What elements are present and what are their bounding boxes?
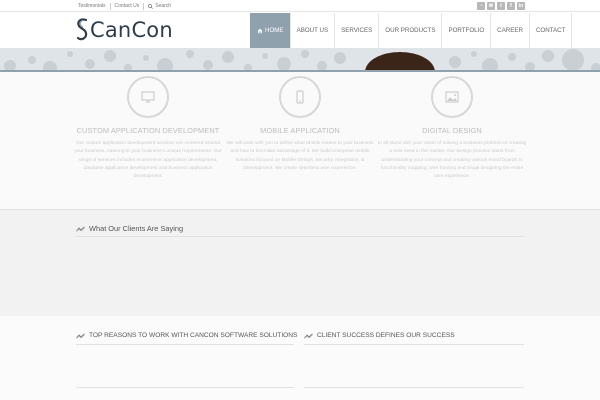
social-icons: ◔ ✉ t f in	[477, 2, 525, 10]
hero-banner	[0, 48, 600, 72]
contact-us-link[interactable]: Contact Us	[111, 2, 145, 10]
monitor-icon	[141, 91, 155, 103]
service-title: CUSTOM APPLICATION DEVELOPMENT	[76, 126, 220, 135]
client-success-heading-text: CLIENT SUCCESS DEFINES OUR SUCCESS	[317, 332, 455, 339]
service-icon-circle	[279, 76, 321, 118]
service-custom-app: CUSTOM APPLICATION DEVELOPMENT Our custo…	[68, 76, 228, 181]
service-mobile-app: MOBILE APPLICATION We will work with you…	[220, 76, 380, 173]
bottom-section: TOP REASONS TO WORK WITH CANCON SOFTWARE…	[0, 316, 600, 400]
rss-icon[interactable]: ◔	[477, 2, 485, 10]
top-reasons-heading-text: TOP REASONS TO WORK WITH CANCON SOFTWARE…	[89, 332, 298, 339]
service-icon-circle	[431, 76, 473, 118]
nav-home[interactable]: Home	[250, 13, 290, 48]
service-icon-circle	[127, 76, 169, 118]
site-logo[interactable]: CanCon	[76, 16, 173, 44]
logo-mark-icon	[76, 18, 88, 41]
nav-services[interactable]: Services	[334, 13, 378, 48]
service-title: DIGITAL DESIGN	[422, 126, 482, 135]
heading-swirl-icon	[76, 225, 85, 232]
testimonials-heading-text: What Our Clients Are Saying	[89, 224, 184, 233]
heading-underline	[304, 344, 524, 345]
search-link[interactable]: Search	[144, 3, 175, 9]
logo-text: CanCon	[90, 18, 173, 42]
heading-underline	[76, 344, 294, 345]
heading-swirl-icon	[304, 332, 313, 339]
services-section: CUSTOM APPLICATION DEVELOPMENT Our custo…	[0, 72, 600, 210]
nav-contact-label: Contact	[535, 27, 566, 34]
nav-about-us-label: About Us	[296, 27, 329, 34]
service-title: MOBILE APPLICATION	[260, 126, 340, 135]
testimonials-heading: What Our Clients Are Saying	[76, 224, 183, 233]
home-icon	[257, 28, 263, 33]
section-divider	[76, 387, 294, 388]
twitter-icon[interactable]: t	[497, 2, 505, 10]
mobile-icon	[296, 90, 304, 104]
nav-about-us[interactable]: About Us	[289, 13, 335, 48]
top-links: Testimonials Contact Us Search	[78, 1, 175, 11]
nav-portfolio[interactable]: Portfolio	[441, 13, 490, 48]
client-success-heading: CLIENT SUCCESS DEFINES OUR SUCCESS	[304, 332, 455, 339]
email-icon[interactable]: ✉	[487, 2, 495, 10]
nav-our-products-label: Our Products	[385, 27, 436, 34]
section-divider	[304, 387, 524, 388]
service-description: We will work with you to define what Mob…	[226, 141, 374, 171]
nav-portfolio-label: Portfolio	[448, 27, 485, 34]
hero-dots-pattern	[4, 49, 600, 70]
site-header: CanCon Home About Us Services Our Produc…	[0, 12, 600, 48]
nav-career-label: Career	[497, 27, 523, 34]
main-nav: Home About Us Services Our Products Port…	[250, 13, 573, 48]
search-label: Search	[155, 3, 172, 9]
service-digital-design: DIGITAL DESIGN In all stuns with your vi…	[372, 76, 532, 181]
search-icon	[148, 3, 154, 9]
nav-home-label: Home	[265, 27, 284, 34]
testimonials-section: What Our Clients Are Saying	[0, 210, 600, 316]
facebook-icon[interactable]: f	[507, 2, 515, 10]
service-description: In all stuns with your vision of solving…	[377, 141, 527, 180]
linkedin-icon[interactable]: in	[517, 2, 525, 10]
nav-contact[interactable]: Contact	[528, 13, 573, 48]
nav-services-label: Services	[341, 27, 373, 34]
testimonials-link[interactable]: Testimonials	[78, 2, 111, 10]
top-reasons-heading: TOP REASONS TO WORK WITH CANCON SOFTWARE…	[76, 332, 297, 339]
nav-career[interactable]: Career	[490, 13, 529, 48]
top-utility-bar: Testimonials Contact Us Search ◔ ✉ t f i…	[0, 0, 600, 12]
heading-underline	[76, 236, 524, 237]
service-description: Our custom application development servi…	[74, 141, 222, 180]
nav-our-products[interactable]: Our Products	[378, 13, 441, 48]
heading-swirl-icon	[76, 332, 85, 339]
image-icon	[445, 91, 459, 103]
